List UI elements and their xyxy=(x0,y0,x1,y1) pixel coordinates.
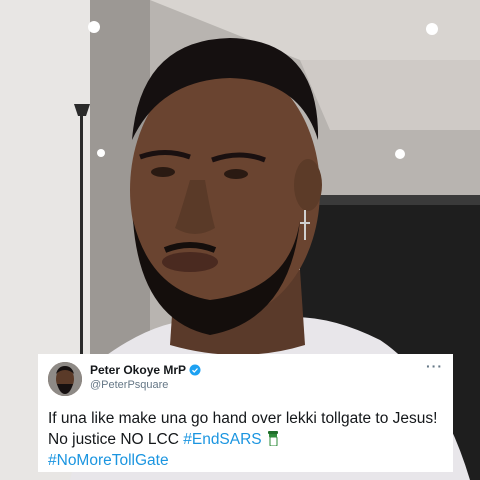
more-horizontal-icon[interactable]: ··· xyxy=(426,358,443,374)
verified-badge-icon xyxy=(189,364,201,376)
hashtag-nomoretollgate[interactable]: #NoMoreTollGate xyxy=(48,452,169,469)
ceiling-light xyxy=(395,149,405,159)
tweet-text: If una like make una go hand over lekki … xyxy=(48,408,443,471)
user-handle[interactable]: @PeterPsquare xyxy=(90,379,201,391)
ceiling-light xyxy=(97,149,105,157)
raised-fist-green-icon xyxy=(267,431,278,446)
ceiling-light xyxy=(88,21,100,33)
ceiling-light xyxy=(426,23,438,35)
display-name[interactable]: Peter Okoye MrP xyxy=(90,363,186,377)
cross-earring xyxy=(304,210,306,240)
floor-lamp xyxy=(80,112,83,362)
avatar[interactable] xyxy=(48,362,82,396)
hashtag-endsars[interactable]: #EndSARS xyxy=(183,431,261,448)
tweet-header: Peter Okoye MrP @PeterPsquare ··· xyxy=(48,358,443,398)
tweet-card[interactable]: Peter Okoye MrP @PeterPsquare ··· If una… xyxy=(38,354,453,472)
